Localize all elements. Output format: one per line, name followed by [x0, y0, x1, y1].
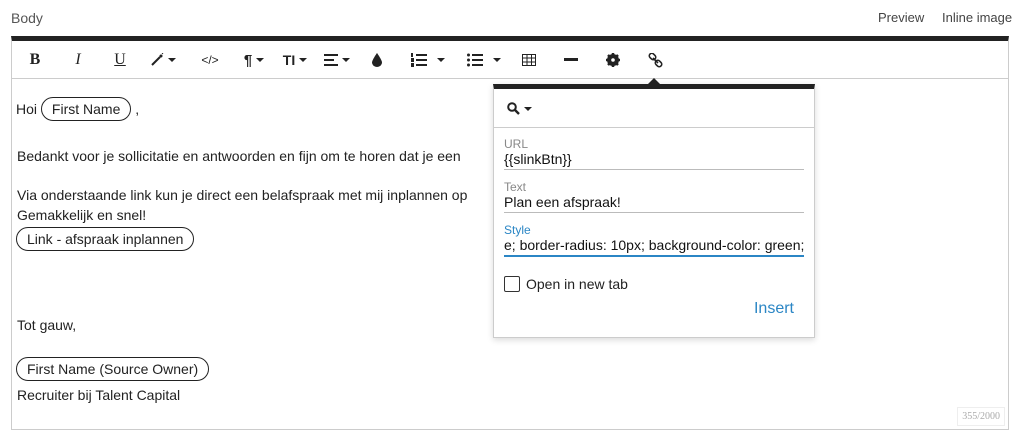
- link-search-dropdown[interactable]: [494, 89, 814, 128]
- editor-toolbar: B I U </> ¶ TI: [12, 41, 1008, 79]
- ink-drop-icon: [372, 53, 382, 67]
- popover-arrow: [648, 78, 660, 84]
- code-view-button[interactable]: </>: [200, 48, 220, 72]
- ordered-list-button[interactable]: [410, 48, 428, 72]
- text-label: Text: [504, 180, 527, 194]
- horizontal-rule-icon: [564, 58, 578, 61]
- settings-button[interactable]: [604, 48, 622, 72]
- new-tab-checkbox[interactable]: [504, 276, 520, 292]
- italic-button[interactable]: I: [70, 48, 86, 72]
- align-dropdown[interactable]: [322, 48, 352, 72]
- ordered-list-icon: [411, 53, 427, 67]
- unordered-list-dropdown[interactable]: [492, 48, 502, 72]
- link-dialog: URL {{slinkBtn}} Text Plan een afspraak!…: [493, 78, 815, 338]
- first-name-placeholder[interactable]: First Name: [40, 97, 132, 121]
- magic-wand-dropdown[interactable]: [148, 48, 178, 72]
- chevron-down-icon: [299, 58, 308, 62]
- horizontal-rule-button[interactable]: [562, 48, 580, 72]
- magic-wand-icon: [151, 53, 164, 66]
- unordered-list-icon: [467, 53, 483, 67]
- text-color-button[interactable]: [370, 48, 384, 72]
- font-size-icon: TI: [282, 52, 296, 68]
- appointment-link-placeholder[interactable]: Link - afspraak inplannen: [16, 227, 195, 251]
- signature-line: Recruiter bij Talent Capital: [17, 387, 181, 403]
- style-label: Style: [504, 223, 531, 237]
- font-size-dropdown[interactable]: TI: [280, 48, 310, 72]
- link-line: Link - afspraak inplannen: [16, 227, 195, 251]
- body-line-1: Bedankt voor je sollicitatie en antwoord…: [17, 148, 461, 164]
- closing-line: Tot gauw,: [17, 317, 77, 333]
- style-field[interactable]: Style e; border-radius: 10px; background…: [504, 223, 804, 257]
- paragraph-icon: ¶: [243, 51, 253, 69]
- url-label: URL: [504, 137, 529, 151]
- table-button[interactable]: [520, 48, 538, 72]
- greeting-suffix: ,: [135, 101, 140, 117]
- url-field[interactable]: URL {{slinkBtn}}: [504, 137, 804, 170]
- body-line-3: Gemakkelijk en snel!: [17, 207, 147, 223]
- greeting-line: Hoi First Name ,: [16, 97, 139, 121]
- preview-link[interactable]: Preview: [878, 10, 924, 25]
- style-input[interactable]: e; border-radius: 10px; background-color…: [504, 237, 804, 257]
- greeting-prefix: Hoi: [16, 101, 38, 117]
- chevron-down-icon: [168, 58, 176, 62]
- paragraph-dropdown[interactable]: ¶: [240, 48, 268, 72]
- gear-icon: [606, 53, 620, 67]
- ordered-list-dropdown[interactable]: [436, 48, 446, 72]
- text-input[interactable]: Plan een afspraak!: [504, 194, 804, 213]
- bold-button[interactable]: B: [26, 48, 44, 72]
- field-header: Body Preview Inline image: [0, 0, 1029, 36]
- link-button[interactable]: [646, 48, 664, 72]
- chevron-down-icon: [342, 58, 350, 62]
- owner-line: First Name (Source Owner): [16, 357, 210, 381]
- text-field[interactable]: Text Plan een afspraak!: [504, 180, 804, 213]
- character-counter: 355/2000: [957, 407, 1005, 426]
- source-owner-placeholder[interactable]: First Name (Source Owner): [16, 357, 210, 381]
- link-icon: [647, 52, 663, 68]
- chevron-down-icon: [524, 107, 532, 111]
- chevron-down-icon: [493, 58, 501, 62]
- search-icon: [507, 102, 520, 115]
- url-input[interactable]: {{slinkBtn}}: [504, 151, 804, 170]
- inline-image-link[interactable]: Inline image: [942, 10, 1012, 25]
- unordered-list-button[interactable]: [466, 48, 484, 72]
- table-icon: [522, 54, 536, 66]
- chevron-down-icon: [437, 58, 445, 62]
- underline-button[interactable]: U: [112, 48, 128, 72]
- body-label: Body: [11, 10, 43, 26]
- insert-button[interactable]: Insert: [754, 300, 794, 318]
- chevron-down-icon: [256, 58, 265, 62]
- new-tab-label[interactable]: Open in new tab: [526, 276, 628, 292]
- body-line-2: Via onderstaande link kun je direct een …: [17, 187, 468, 203]
- align-left-icon: [324, 54, 338, 66]
